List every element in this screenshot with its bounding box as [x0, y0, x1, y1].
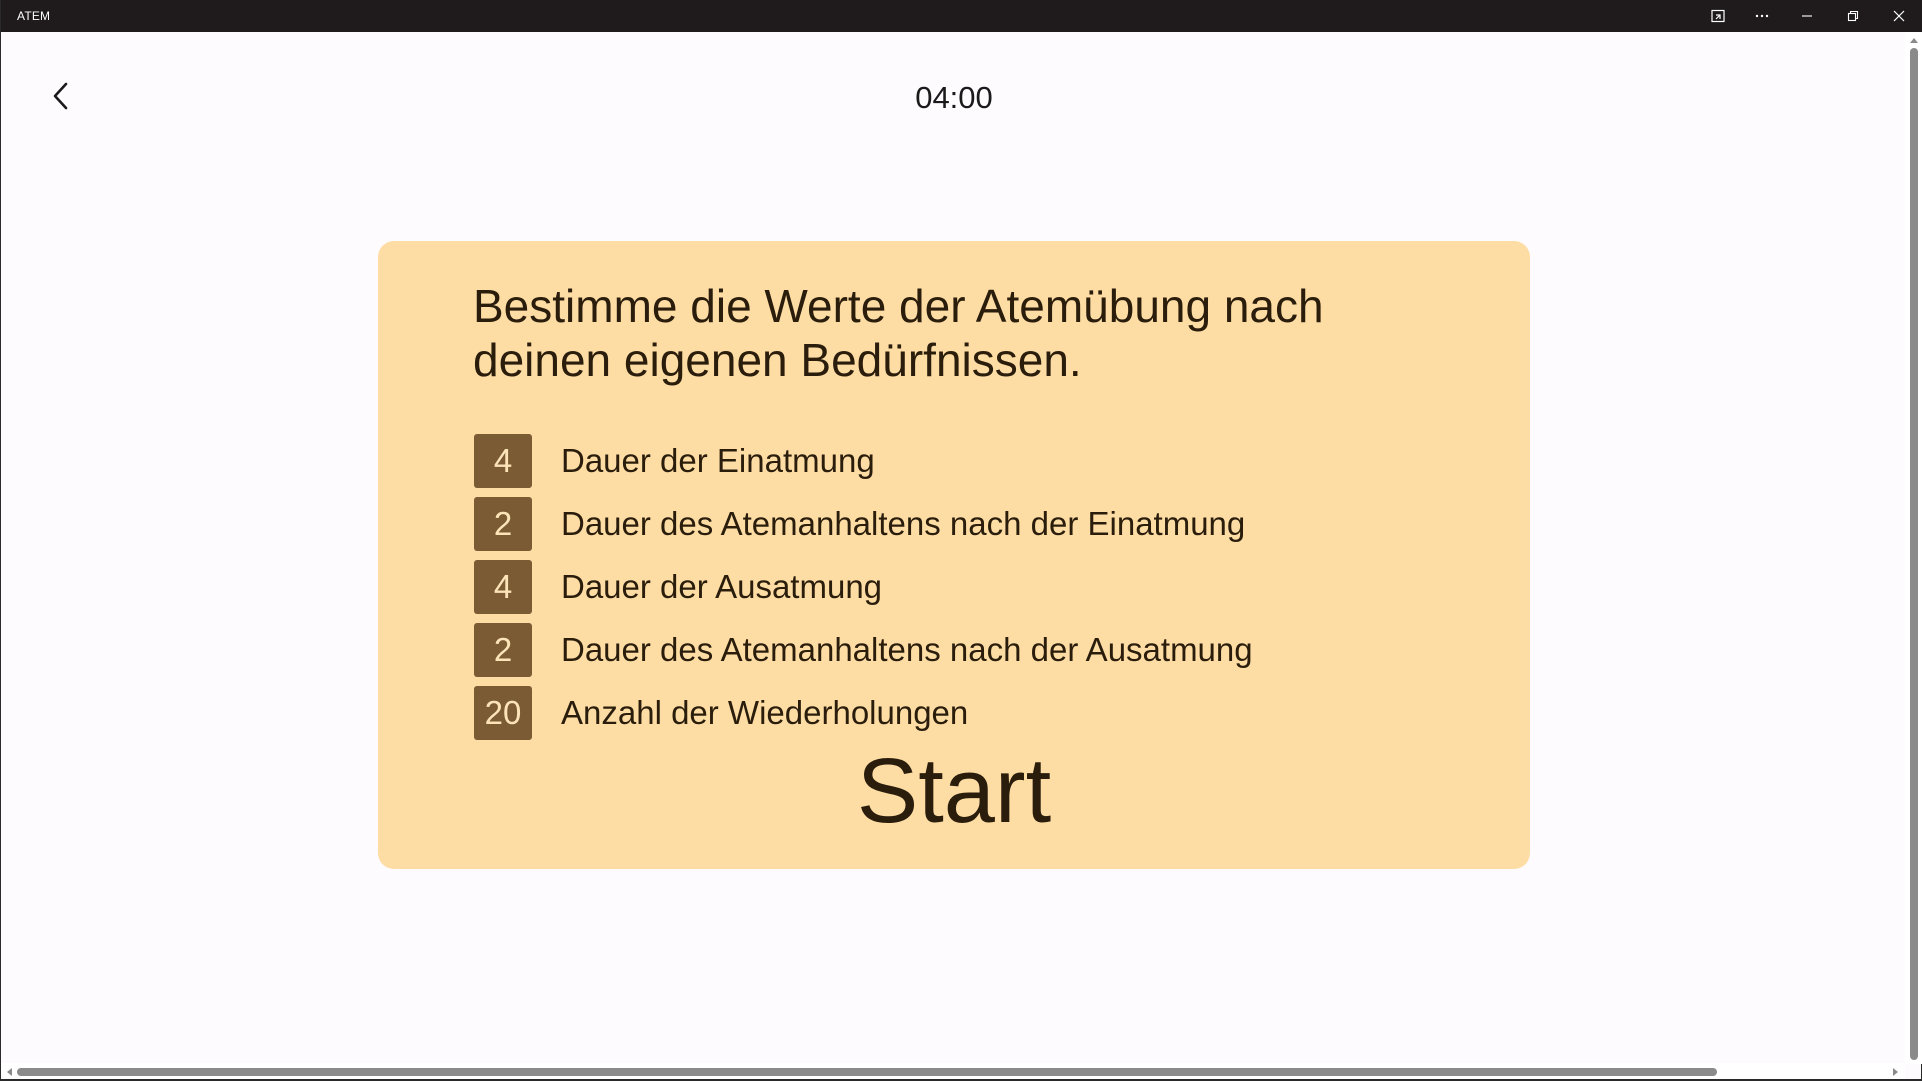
setting-row-exhale: 4 Dauer der Ausatmung: [474, 555, 1253, 618]
minimize-button[interactable]: [1784, 0, 1830, 32]
scroll-left-icon[interactable]: [4, 1067, 14, 1077]
hold-after-exhale-value[interactable]: 2: [474, 622, 532, 677]
settings-card: Bestimme die Werte der Atemübung nach de…: [378, 241, 1530, 869]
title-bar: ATEM: [1, 0, 1922, 32]
timer-display: 04:00: [915, 80, 993, 115]
vertical-scrollbar[interactable]: [1905, 32, 1922, 1064]
more-button[interactable]: [1739, 0, 1785, 32]
scroll-up-icon[interactable]: [1909, 35, 1919, 45]
exhale-duration-value[interactable]: 4: [474, 559, 532, 614]
inhale-duration-label: Dauer der Einatmung: [561, 441, 875, 479]
inhale-duration-value[interactable]: 4: [474, 433, 532, 488]
repetitions-label: Anzahl der Wiederholungen: [561, 693, 969, 731]
close-button[interactable]: [1876, 0, 1922, 32]
app-window: ATEM 04:00 Bestimme die Werte der Atemüb…: [0, 0, 1922, 1081]
restore-button[interactable]: [1830, 0, 1876, 32]
scroll-right-icon[interactable]: [1891, 1067, 1901, 1077]
more-icon: [1754, 8, 1770, 24]
horizontal-scrollbar[interactable]: [1, 1063, 1905, 1080]
exhale-duration-label: Dauer der Ausatmung: [561, 567, 883, 605]
settings-list: 4 Dauer der Einatmung 2 Dauer des Ateman…: [474, 429, 1253, 744]
setting-row-inhale: 4 Dauer der Einatmung: [474, 429, 1253, 492]
restore-icon: [1847, 10, 1859, 22]
start-button[interactable]: Start: [378, 741, 1530, 841]
vertical-scroll-thumb[interactable]: [1910, 48, 1918, 1060]
repetitions-value[interactable]: 20: [474, 685, 532, 740]
compact-overlay-icon: [1710, 8, 1726, 24]
scroll-down-icon[interactable]: [1909, 1051, 1919, 1061]
hold-after-exhale-label: Dauer des Atemanhaltens nach der Ausatmu…: [561, 630, 1253, 668]
window-title: ATEM: [17, 9, 51, 23]
setting-row-repetitions: 20 Anzahl der Wiederholungen: [474, 681, 1253, 744]
card-heading: Bestimme die Werte der Atemübung nach de…: [473, 280, 1324, 386]
hold-after-inhale-value[interactable]: 2: [474, 496, 532, 551]
minimize-icon: [1801, 10, 1813, 22]
setting-row-hold-after-exhale: 2 Dauer des Atemanhaltens nach der Ausat…: [474, 618, 1253, 681]
close-icon: [1893, 10, 1905, 22]
setting-row-hold-after-inhale: 2 Dauer des Atemanhaltens nach der Einat…: [474, 492, 1253, 555]
hold-after-inhale-label: Dauer des Atemanhaltens nach der Einatmu…: [561, 504, 1246, 542]
horizontal-scroll-thumb[interactable]: [17, 1068, 1717, 1076]
compact-overlay-button[interactable]: [1695, 0, 1741, 32]
